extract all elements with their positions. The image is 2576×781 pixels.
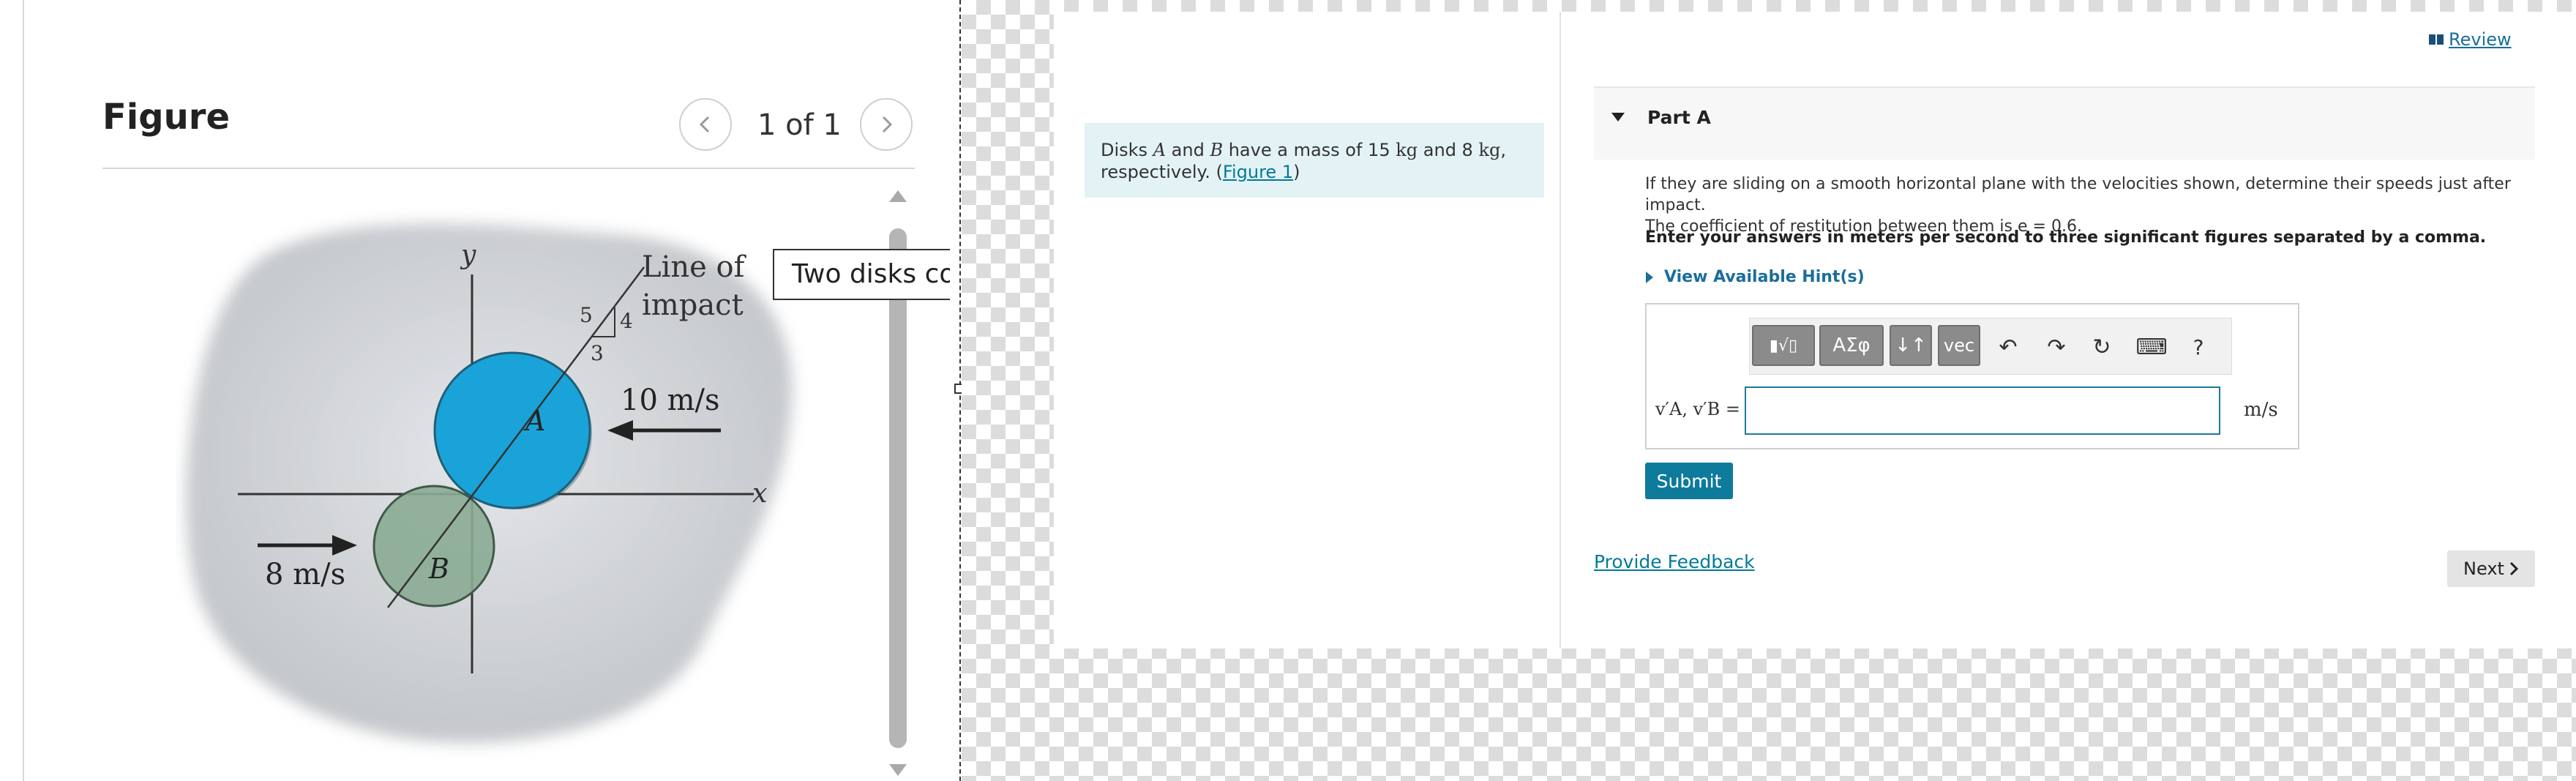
x-axis-label: x <box>752 479 767 509</box>
review-link-label[interactable]: Review <box>2449 29 2512 50</box>
figure-tooltip: Two disks colli <box>773 249 962 300</box>
intro-var-b: B <box>1210 140 1224 160</box>
intro-unit: kg <box>1478 140 1501 160</box>
slope-label-4: 4 <box>620 309 633 333</box>
help-icon[interactable]: ? <box>2184 332 2213 362</box>
intro-var-a: A <box>1153 140 1167 160</box>
velocity-b-label: 8 m/s <box>265 558 345 591</box>
problem-intro: Disks A and B have a mass of 15 kg and 8… <box>1085 123 1544 198</box>
intro-text: respectively. ( <box>1101 162 1223 182</box>
scroll-up-arrow[interactable] <box>888 187 908 205</box>
velocity-a-label: 10 m/s <box>621 384 720 417</box>
line-of-impact-label-2: impact <box>642 288 744 322</box>
keyboard-icon[interactable]: ⌨ <box>2135 332 2167 362</box>
review-link[interactable]: Review <box>2428 29 2512 50</box>
disk-b-label: B <box>428 553 449 585</box>
question-line: If they are sliding on a smooth horizont… <box>1645 175 2511 214</box>
answer-instruction: Enter your answers in meters per second … <box>1645 228 2487 247</box>
intro-text: have a mass of 15 <box>1223 140 1396 160</box>
column-divider <box>1560 12 1561 649</box>
book-icon <box>2429 34 2444 45</box>
intro-text: and 8 <box>1418 140 1479 160</box>
intro-text: Disks <box>1101 140 1153 160</box>
panel-border <box>23 0 24 781</box>
greek-symbols-button[interactable]: ΑΣφ <box>1819 325 1884 366</box>
chevron-right-icon <box>2509 561 2519 576</box>
disk-a <box>433 351 591 509</box>
scroll-down-arrow[interactable] <box>888 761 908 779</box>
provide-feedback-link[interactable]: Provide Feedback <box>1594 551 1755 572</box>
view-hints-toggle[interactable]: View Available Hint(s) <box>1645 268 1865 286</box>
intro-text: and <box>1166 140 1210 160</box>
figure-title: Figure <box>102 97 230 138</box>
figure-1-link[interactable]: Figure 1 <box>1223 162 1293 182</box>
figure-scrollbar-thumb[interactable] <box>889 228 907 748</box>
caret-right-icon <box>1646 271 1653 283</box>
previous-figure-button[interactable] <box>679 98 732 151</box>
reset-icon[interactable]: ↻ <box>2087 332 2116 362</box>
intro-text: , <box>1500 140 1506 160</box>
figure-header-divider <box>102 168 915 169</box>
intro-unit: kg <box>1396 140 1418 160</box>
view-hints-label: View Available Hint(s) <box>1664 268 1865 286</box>
slope-label-3: 3 <box>591 341 604 365</box>
disk-a-label: A <box>523 405 545 437</box>
figure-panel: Figure 1 of 1 y x 5 4 3 Line of impact A… <box>0 0 962 781</box>
line-of-impact-label-1: Line of <box>642 250 747 284</box>
chevron-left-icon <box>699 116 710 133</box>
intro-text: ) <box>1293 162 1300 182</box>
chevron-right-icon <box>882 116 893 133</box>
arrows-button[interactable]: ↓↑ <box>1890 325 1932 366</box>
part-a-header[interactable] <box>1594 88 2535 160</box>
redo-icon[interactable]: ↷ <box>2042 332 2071 362</box>
caret-down-icon[interactable] <box>1610 111 1626 123</box>
collision-figure: y x 5 4 3 Line of impact A B 10 m/s 8 m/… <box>186 223 793 743</box>
part-a-title: Part A <box>1647 107 1711 128</box>
answer-unit: m/s <box>2244 399 2278 421</box>
slope-label-5: 5 <box>580 303 593 327</box>
question-text: If they are sliding on a smooth horizont… <box>1645 173 2523 237</box>
y-axis-label: y <box>460 240 476 270</box>
vector-button[interactable]: vec <box>1938 325 1980 366</box>
undo-icon[interactable]: ↶ <box>1993 332 2023 362</box>
answer-input[interactable] <box>1745 386 2220 435</box>
answer-label: v′A, v′B = <box>1655 399 1740 419</box>
figure-page-count: 1 of 1 <box>757 108 842 142</box>
next-button[interactable]: Next <box>2447 550 2535 587</box>
next-figure-button[interactable] <box>860 98 913 151</box>
next-button-label: Next <box>2463 558 2504 579</box>
submit-button[interactable]: Submit <box>1645 463 1733 499</box>
templates-button[interactable]: ▮√▯ <box>1752 325 1815 366</box>
